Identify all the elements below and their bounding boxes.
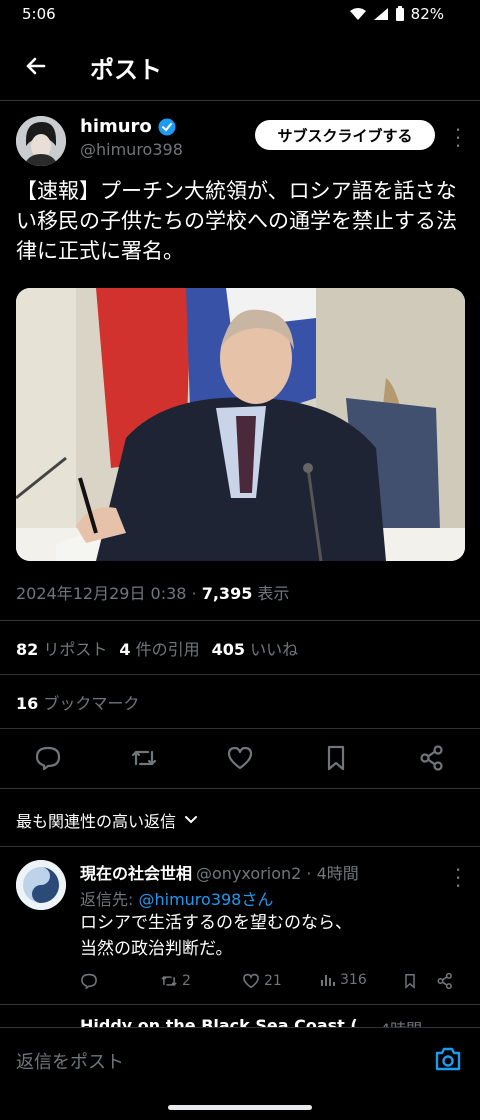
author-handle[interactable]: @himuro398	[80, 140, 183, 159]
author-name[interactable]: himuro	[80, 116, 176, 137]
reply-bookmark-button[interactable]	[402, 972, 418, 990]
wifi-icon	[349, 8, 366, 20]
likes-stat[interactable]: 405 いいね	[212, 636, 299, 660]
quotes-count: 4	[119, 640, 131, 659]
reply-text-line: ロシアで生活するのを望むのなら、	[80, 913, 352, 933]
reply-icon[interactable]	[34, 744, 62, 772]
verified-badge-icon	[158, 118, 176, 135]
bookmark-icon	[405, 973, 415, 989]
post-text: 【速報】プーチン大統領が、ロシア語を話さない移民の子供たちの学校への通学を禁止す…	[16, 179, 457, 263]
post-actions	[0, 740, 480, 778]
quotes-label: 件の引用	[135, 640, 200, 659]
like-icon[interactable]	[226, 744, 254, 772]
likes-label: いいね	[250, 640, 299, 659]
reply-share-button[interactable]	[436, 972, 454, 990]
reply-repost-count: 2	[182, 973, 191, 989]
divider	[0, 1004, 480, 1005]
post-datetime: 2024年12月29日 0:38 ·	[16, 584, 202, 603]
likes-count: 405	[211, 640, 246, 659]
divider	[0, 620, 480, 621]
reply-to: 返信先: @himuro398さん	[80, 886, 273, 910]
reposts-count: 82	[16, 640, 39, 659]
reply-composer[interactable]: 返信をポスト	[0, 1027, 480, 1088]
status-bar: 5:06 82%	[0, 0, 480, 30]
reposts-label: リポスト	[43, 640, 108, 659]
reposts-stat[interactable]: 82 リポスト	[16, 636, 107, 660]
quotes-stat[interactable]: 4 件の引用	[119, 636, 199, 660]
reply-to-prefix: 返信先:	[80, 890, 139, 909]
bookmarks-count: 16	[16, 694, 39, 713]
signal-icon	[373, 8, 388, 20]
subscribe-button[interactable]: サブスクライブする	[255, 120, 435, 150]
reply-like-count: 21	[264, 973, 282, 989]
home-indicator[interactable]	[168, 1105, 312, 1110]
camera-icon[interactable]	[434, 1046, 462, 1072]
reply-repost-button[interactable]: 2	[160, 972, 191, 990]
reply-to-link[interactable]: @himuro398さん	[138, 890, 273, 909]
divider	[0, 674, 480, 675]
reply-views-button[interactable]: 316	[320, 972, 367, 988]
bookmarks-stat[interactable]: 16 ブックマーク	[16, 690, 139, 714]
reply-reply-button[interactable]	[80, 972, 98, 990]
chevron-down-icon	[185, 816, 198, 824]
battery-icon	[395, 6, 404, 21]
views-icon	[321, 975, 335, 986]
bookmark-icon[interactable]	[322, 744, 350, 772]
reply-icon	[81, 973, 97, 990]
reply-like-button[interactable]: 21	[242, 972, 282, 990]
reply-actions: 2 21 316	[80, 972, 460, 996]
divider	[0, 788, 480, 789]
reply-text-line: 当然の政治判断だ。	[80, 939, 233, 959]
replies-sort-label: 最も関連性の高い返信	[16, 812, 177, 831]
replies-sort-dropdown[interactable]: 最も関連性の高い返信	[16, 808, 198, 832]
reply-composer-placeholder: 返信をポスト	[16, 1052, 124, 1073]
back-arrow-icon[interactable]	[20, 50, 52, 82]
battery-percent: 82%	[410, 5, 444, 23]
more-options-icon[interactable]: · · ·	[454, 120, 462, 156]
views-count: 7,395	[201, 584, 253, 603]
author-avatar[interactable]	[16, 116, 66, 166]
post-image[interactable]	[16, 288, 465, 561]
views-label: 表示	[252, 584, 290, 603]
bookmarks-label: ブックマーク	[43, 694, 140, 713]
status-icons: 82%	[349, 5, 444, 23]
reply-header: 現在の社会世相 @onyxorion2 · 4時間	[80, 860, 359, 884]
divider	[0, 846, 480, 847]
repost-icon[interactable]	[130, 744, 158, 772]
reply-author-name[interactable]: 現在の社会世相	[80, 860, 192, 884]
post-meta: 2024年12月29日 0:38 · 7,395 表示	[16, 580, 289, 604]
reply-views-count: 316	[340, 972, 367, 988]
reply-text: ロシアで生活するのを望むのなら、 当然の政治判断だ。	[80, 910, 352, 962]
share-icon[interactable]	[418, 744, 446, 772]
divider	[0, 728, 480, 729]
reply-more-options-icon[interactable]: · · ·	[454, 860, 462, 896]
author-name-text: himuro	[80, 116, 152, 137]
repost-icon	[161, 976, 177, 986]
reply-author-handle[interactable]: @onyxorion2 · 4時間	[196, 860, 359, 884]
like-icon	[243, 973, 259, 989]
reply-avatar[interactable]	[16, 860, 66, 910]
share-icon	[437, 972, 452, 990]
post-stats: 82 リポスト 4 件の引用 405 いいね	[16, 636, 298, 660]
page-title: ポスト	[90, 56, 162, 84]
status-time: 5:06	[22, 5, 56, 23]
top-bar: ポスト	[0, 32, 480, 101]
